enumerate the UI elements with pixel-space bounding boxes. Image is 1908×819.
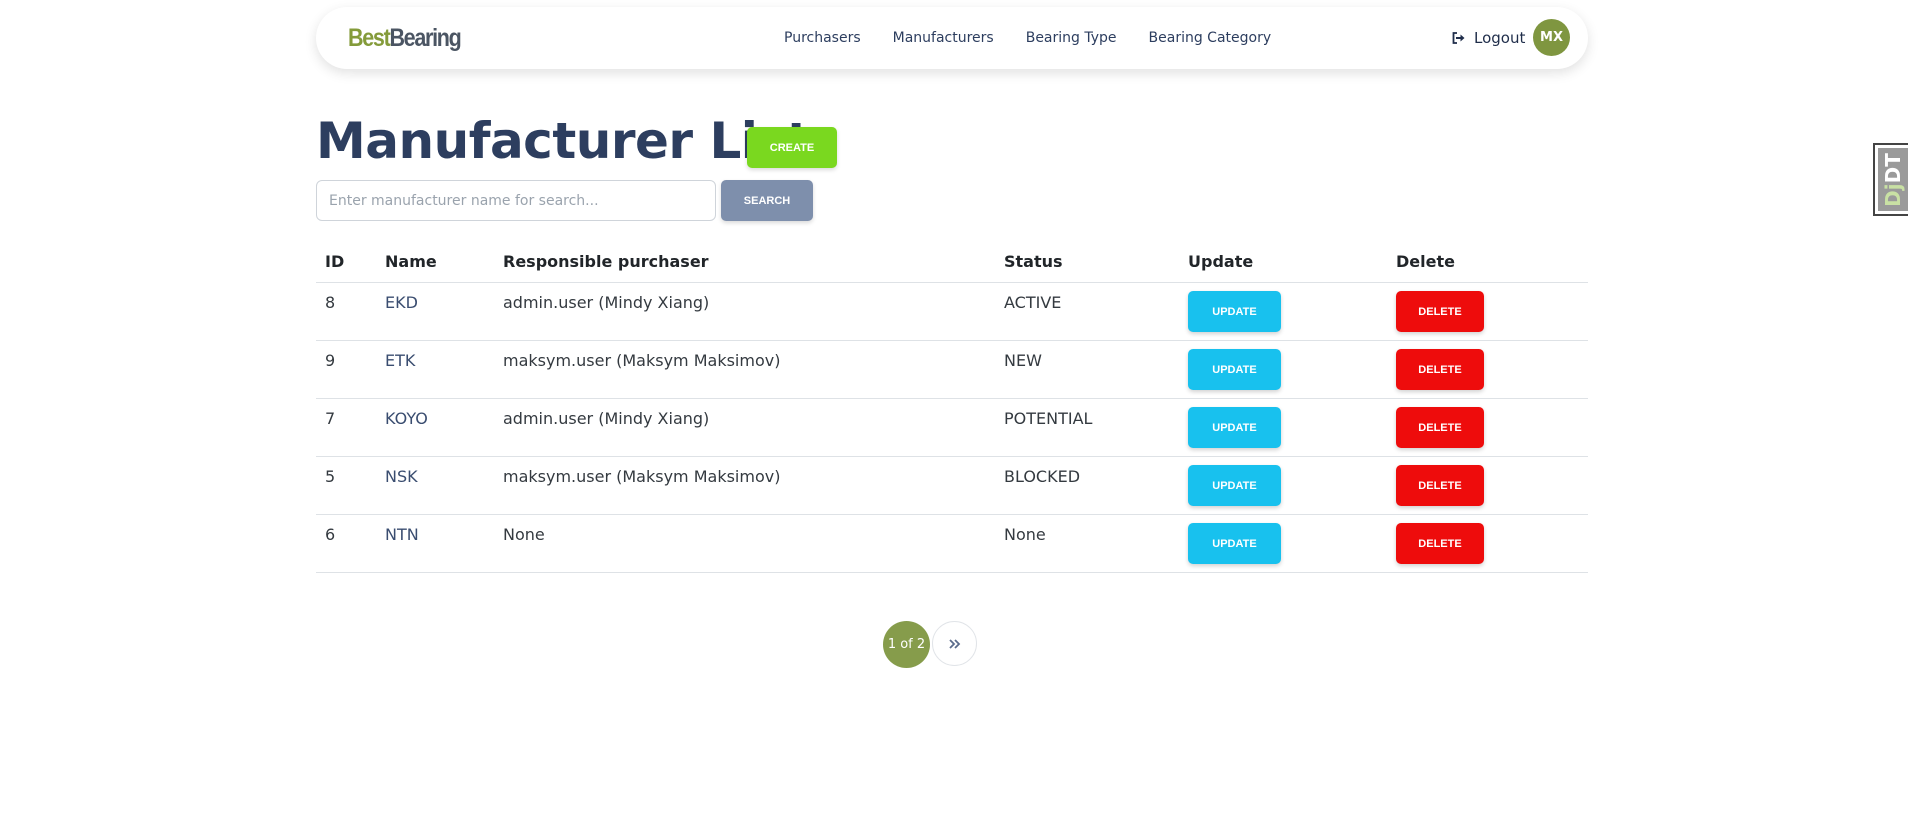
nav-links: Purchasers Manufacturers Bearing Type Be… — [784, 7, 1303, 69]
update-button[interactable]: UPDATE — [1188, 291, 1281, 332]
cell-responsible: admin.user (Mindy Xiang) — [503, 293, 710, 312]
cell-id: 8 — [325, 293, 336, 312]
cell-name[interactable]: KOYO — [385, 409, 428, 428]
logout-label: Logout — [1474, 29, 1526, 47]
create-button[interactable]: CREATE — [747, 127, 837, 168]
nav-link-manufacturers[interactable]: Manufacturers — [893, 30, 994, 46]
cell-name[interactable]: ETK — [385, 351, 415, 370]
search-input[interactable] — [316, 180, 716, 221]
table-row: 5 NSK maksym.user (Maksym Maksimov) BLOC… — [316, 457, 1588, 515]
cell-status: NEW — [1004, 351, 1042, 370]
logout-link[interactable]: Logout — [1452, 7, 1525, 69]
table-row: 6 NTN None None UPDATE DELETE — [316, 515, 1588, 573]
table-row: 9 ETK maksym.user (Maksym Maksimov) NEW … — [316, 341, 1588, 399]
cell-id: 5 — [325, 467, 336, 486]
manufacturer-table: ID Name Responsible purchaser Status Upd… — [316, 244, 1588, 573]
debug-toolbar-logo: DjDT — [1878, 148, 1908, 211]
cell-name[interactable]: EKD — [385, 293, 418, 312]
update-button[interactable]: UPDATE — [1188, 349, 1281, 390]
table-row: 8 EKD admin.user (Mindy Xiang) ACTIVE UP… — [316, 283, 1588, 341]
header-id: ID — [325, 252, 345, 271]
double-chevron-right-icon — [948, 638, 960, 649]
cell-id: 7 — [325, 409, 336, 428]
table-header: ID Name Responsible purchaser Status Upd… — [316, 244, 1588, 283]
table-row: 7 KOYO admin.user (Mindy Xiang) POTENTIA… — [316, 399, 1588, 457]
search-button[interactable]: SEARCH — [721, 180, 813, 221]
header-update: Update — [1188, 252, 1254, 271]
cell-responsible: None — [503, 525, 545, 544]
delete-button[interactable]: DELETE — [1396, 465, 1484, 506]
debug-toolbar-dj: Dj — [1881, 182, 1905, 207]
nav-link-bearing-type[interactable]: Bearing Type — [1026, 30, 1117, 46]
cell-responsible: admin.user (Mindy Xiang) — [503, 409, 710, 428]
header-name: Name — [385, 252, 437, 271]
debug-toolbar-dt: DT — [1881, 152, 1905, 183]
debug-toolbar-label: DjDT — [1881, 153, 1905, 207]
pagination-next-button[interactable] — [932, 621, 977, 666]
delete-button[interactable]: DELETE — [1396, 349, 1484, 390]
cell-id: 6 — [325, 525, 336, 544]
cell-id: 9 — [325, 351, 336, 370]
brand-logo[interactable]: BestBearing — [348, 24, 462, 53]
cell-name[interactable]: NTN — [385, 525, 419, 544]
header-delete: Delete — [1396, 252, 1455, 271]
pagination-current: 1 of 2 — [883, 621, 930, 668]
update-button[interactable]: UPDATE — [1188, 523, 1281, 564]
cell-status: ACTIVE — [1004, 293, 1062, 312]
delete-button[interactable]: DELETE — [1396, 523, 1484, 564]
delete-button[interactable]: DELETE — [1396, 291, 1484, 332]
cell-status: BLOCKED — [1004, 467, 1081, 486]
cell-responsible: maksym.user (Maksym Maksimov) — [503, 351, 781, 370]
user-avatar[interactable]: MX — [1533, 19, 1570, 56]
cell-responsible: maksym.user (Maksym Maksimov) — [503, 467, 781, 486]
nav-link-purchasers[interactable]: Purchasers — [784, 30, 861, 46]
update-button[interactable]: UPDATE — [1188, 407, 1281, 448]
update-button[interactable]: UPDATE — [1188, 465, 1281, 506]
page-title: Manufacturer List — [316, 112, 811, 170]
header-status: Status — [1004, 252, 1063, 271]
top-navbar: BestBearing Purchasers Manufacturers Bea… — [316, 7, 1588, 69]
delete-button[interactable]: DELETE — [1396, 407, 1484, 448]
sign-out-icon — [1452, 32, 1465, 44]
brand-part-2: Bearing — [389, 24, 461, 52]
cell-status: None — [1004, 525, 1046, 544]
nav-link-bearing-category[interactable]: Bearing Category — [1149, 30, 1272, 46]
header-responsible: Responsible purchaser — [503, 252, 709, 271]
brand-part-1: Best — [348, 24, 391, 52]
cell-status: POTENTIAL — [1004, 409, 1093, 428]
debug-toolbar-handle[interactable]: DjDT — [1873, 143, 1908, 216]
cell-name[interactable]: NSK — [385, 467, 418, 486]
